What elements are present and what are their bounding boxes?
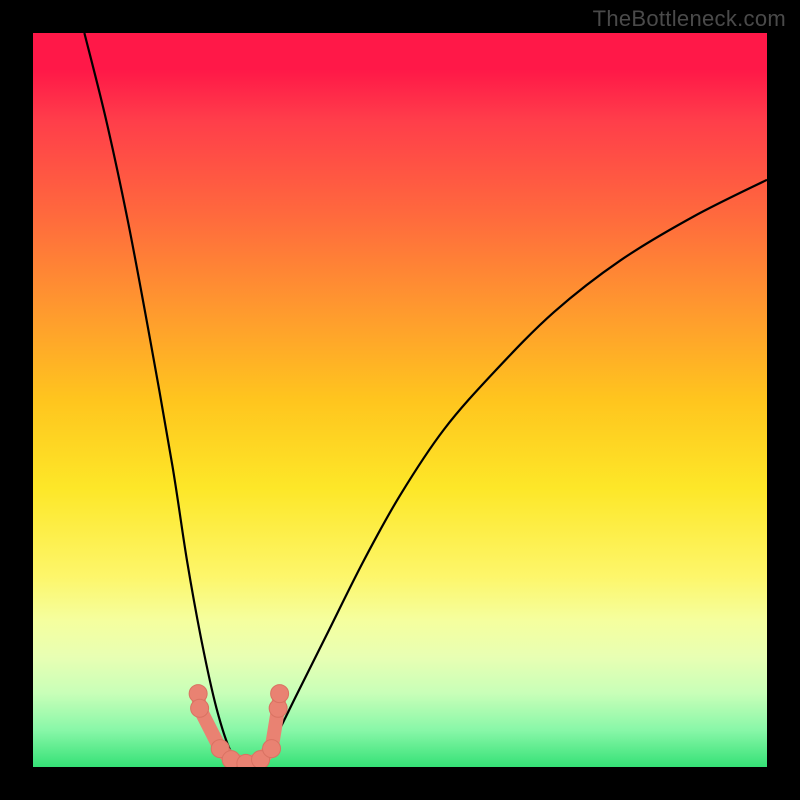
highlight-marker — [191, 699, 209, 717]
chart-frame: TheBottleneck.com — [0, 0, 800, 800]
highlight-marker — [263, 740, 281, 758]
watermark-text: TheBottleneck.com — [593, 6, 786, 32]
plot-area — [33, 33, 767, 767]
highlight-marker — [271, 685, 289, 703]
chart-svg — [33, 33, 767, 767]
bottleneck-curve — [84, 33, 767, 767]
